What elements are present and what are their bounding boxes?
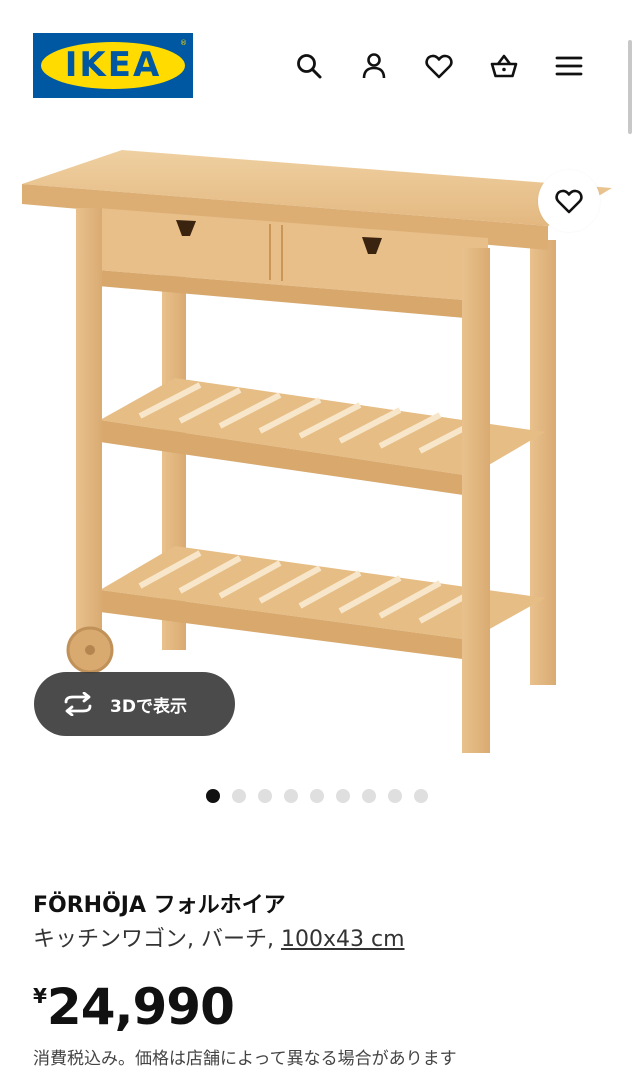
price-currency: ¥ bbox=[33, 984, 47, 1008]
product-description: キッチンワゴン, バーチ, 100x43 cm bbox=[33, 921, 405, 953]
menu-icon[interactable] bbox=[549, 46, 589, 86]
carousel-dot[interactable] bbox=[206, 789, 220, 803]
site-header: IKEA ® bbox=[0, 0, 636, 110]
carousel-dot[interactable] bbox=[232, 789, 246, 803]
logo-text: IKEA bbox=[64, 45, 162, 85]
rotate-3d-icon bbox=[64, 692, 92, 716]
search-icon[interactable] bbox=[289, 46, 329, 86]
price-amount: 24,990 bbox=[46, 978, 235, 1036]
heart-icon bbox=[555, 189, 583, 214]
add-to-favorites-button[interactable] bbox=[538, 170, 600, 232]
carousel-dot[interactable] bbox=[414, 789, 428, 803]
product-name: FÖRHÖJA フォルホイア bbox=[33, 893, 286, 918]
ikea-logo[interactable]: IKEA ® bbox=[33, 33, 193, 98]
carousel-dot[interactable] bbox=[310, 789, 324, 803]
tax-note: 消費税込み。価格は店舗によって異なる場合があります bbox=[33, 1049, 457, 1069]
favorites-icon[interactable] bbox=[419, 46, 459, 86]
product-type: キッチンワゴン, バーチ, bbox=[33, 927, 274, 952]
carousel-dot[interactable] bbox=[284, 789, 298, 803]
view-in-3d-label: 3Dで表示 bbox=[110, 696, 187, 717]
product-size-link[interactable]: 100x43 cm bbox=[281, 927, 405, 952]
carousel-dot[interactable] bbox=[388, 789, 402, 803]
carousel-dot[interactable] bbox=[258, 789, 272, 803]
image-carousel-dots bbox=[206, 789, 428, 803]
carousel-dot[interactable] bbox=[336, 789, 350, 803]
basket-icon[interactable] bbox=[484, 46, 524, 86]
carousel-dot[interactable] bbox=[362, 789, 376, 803]
view-in-3d-button[interactable]: 3Dで表示 bbox=[34, 672, 235, 736]
logo-registered-mark: ® bbox=[180, 39, 187, 47]
account-icon[interactable] bbox=[354, 46, 394, 86]
product-price: ¥24,990 bbox=[33, 978, 235, 1036]
